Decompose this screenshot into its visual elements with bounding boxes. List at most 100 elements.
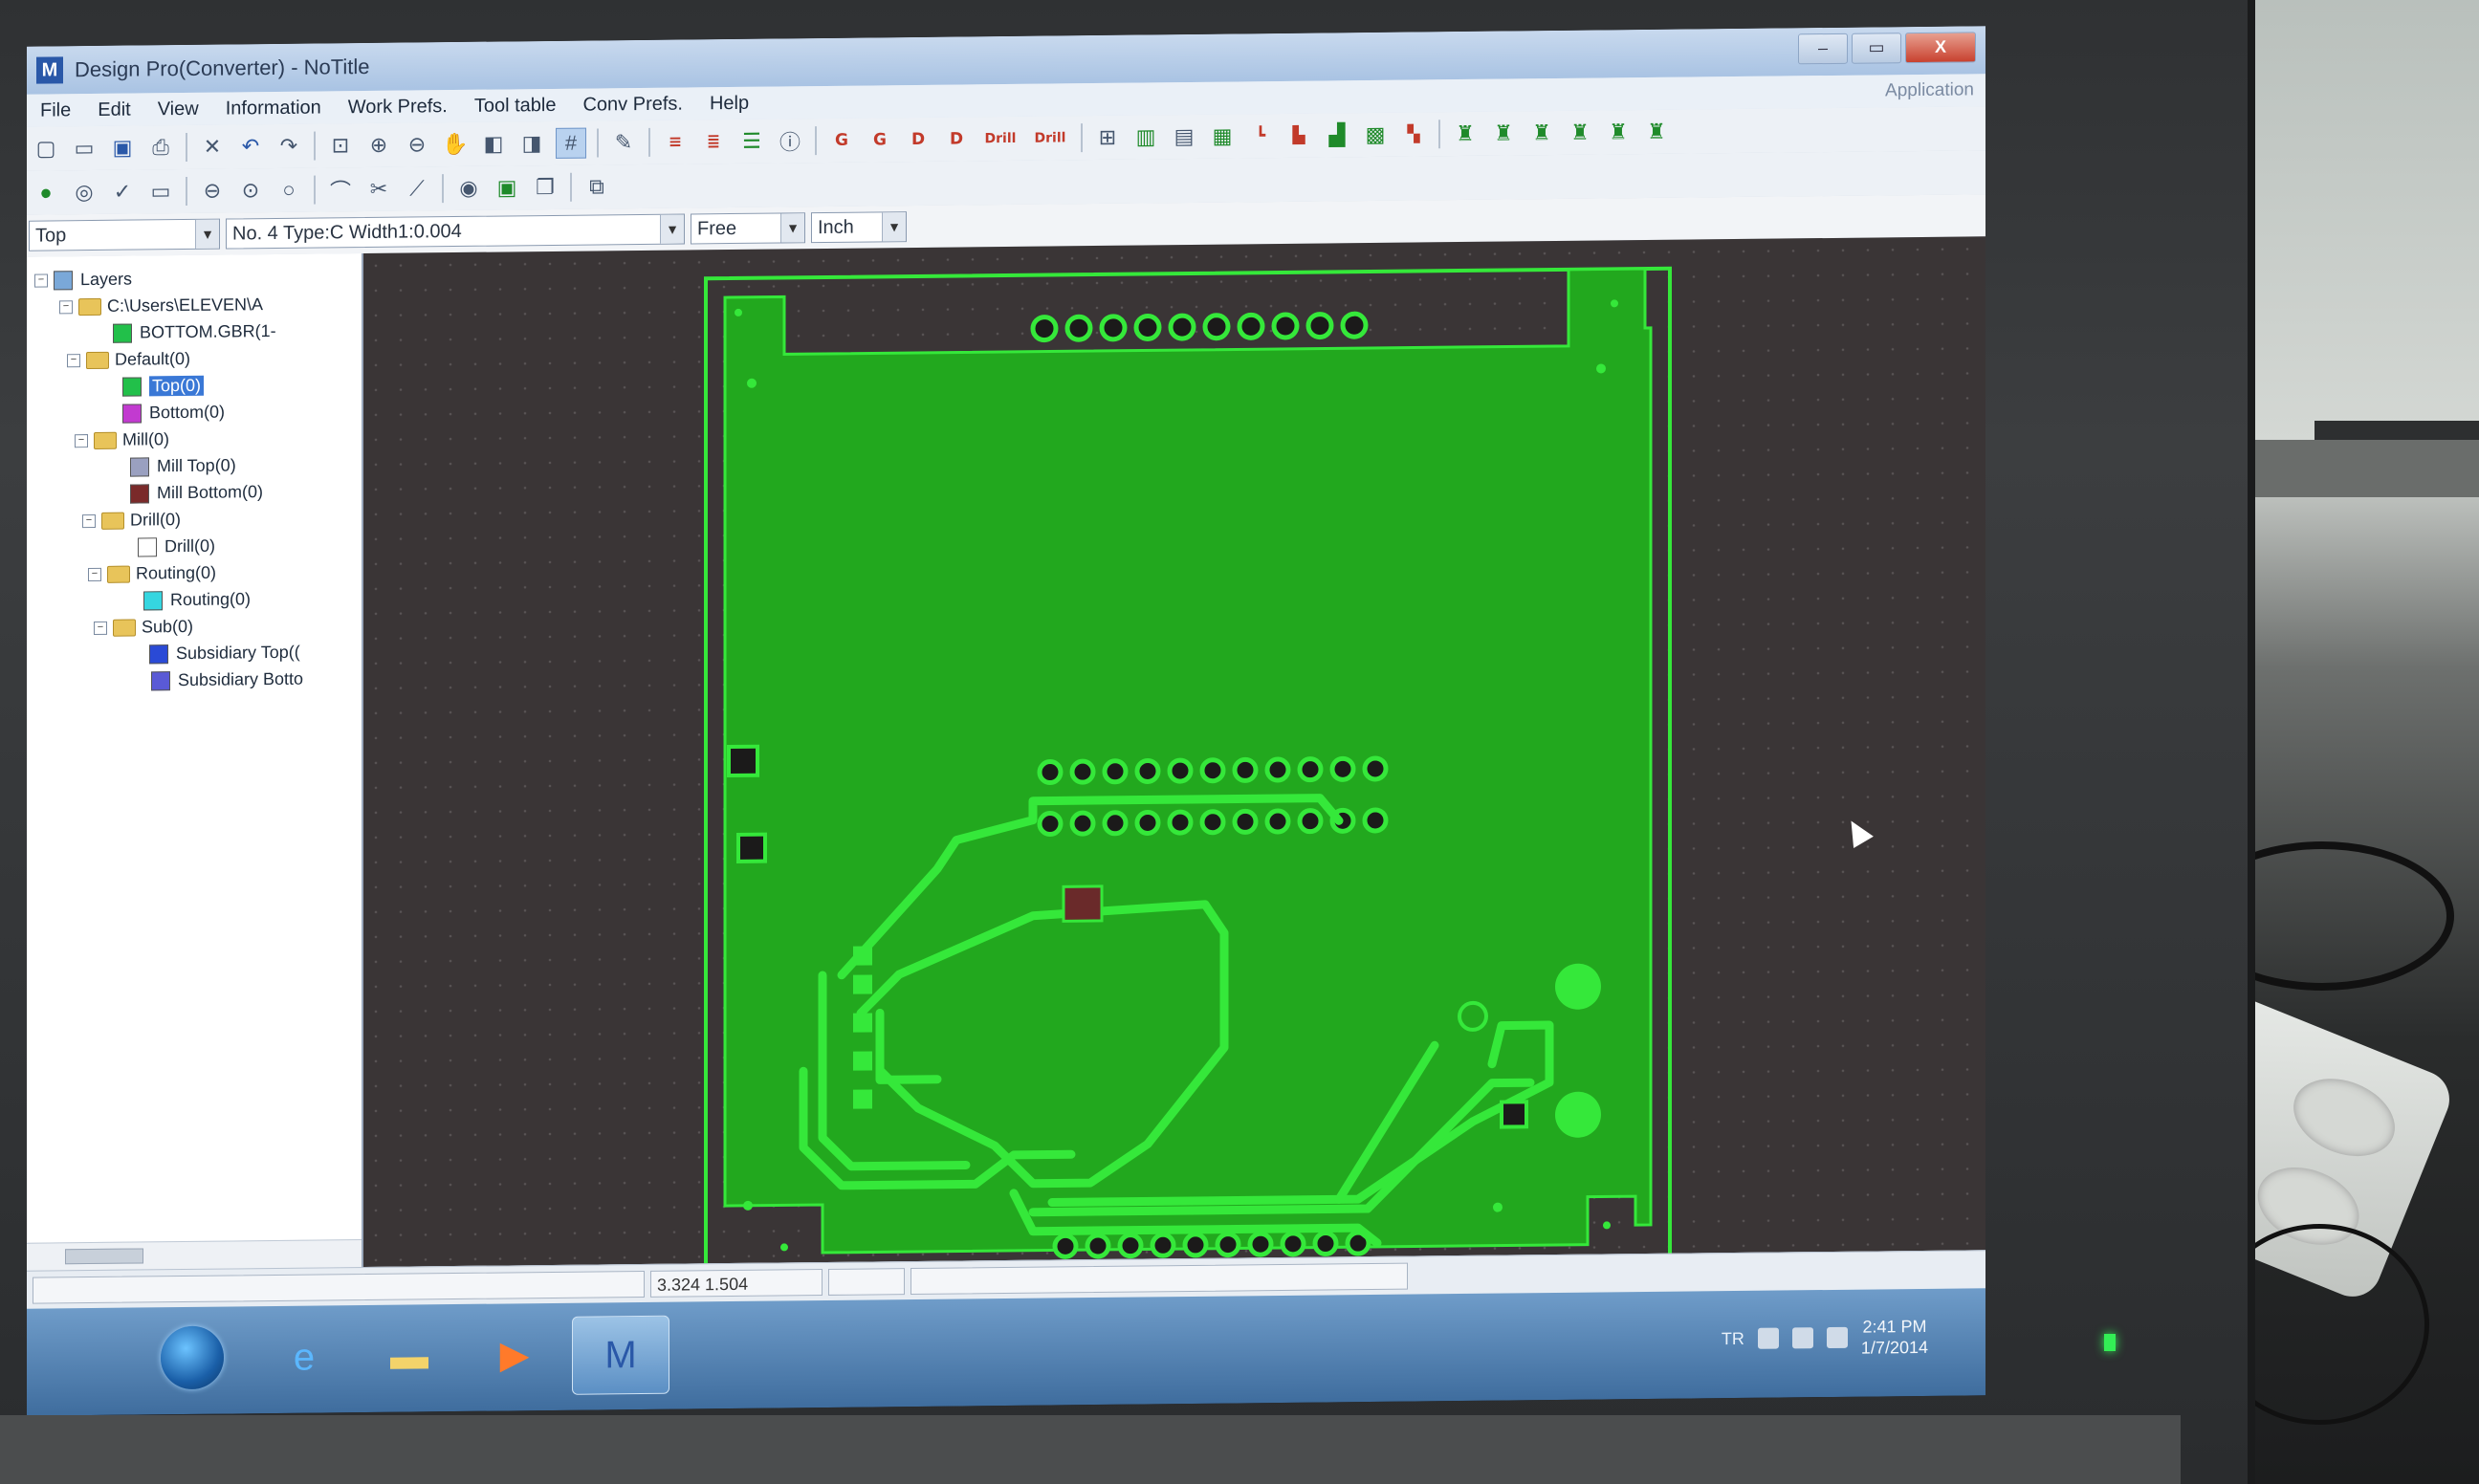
machine-6-icon[interactable]: ♜: [1642, 118, 1671, 146]
tree-layer-top[interactable]: Top(0): [122, 375, 205, 397]
menu-edit[interactable]: Edit: [84, 98, 143, 121]
media-player-icon[interactable]: ▶: [467, 1317, 562, 1394]
save-icon[interactable]: ▣: [108, 134, 137, 163]
zoom-in-icon[interactable]: ⊕: [364, 131, 393, 160]
start-orb[interactable]: [161, 1325, 224, 1390]
design-pro-icon[interactable]: M: [572, 1315, 669, 1395]
tree-layer-bottom[interactable]: Bottom(0): [122, 403, 225, 424]
minimize-button[interactable]: –: [1798, 33, 1848, 65]
machine-1-icon[interactable]: ♜: [1451, 120, 1480, 148]
collapse-icon[interactable]: −: [34, 273, 48, 288]
mode-select[interactable]: Free ▼: [691, 212, 805, 245]
layer-stack-icon[interactable]: ☰: [737, 127, 766, 156]
board-green-icon[interactable]: ▟: [1323, 120, 1351, 149]
align-icon[interactable]: ≡: [661, 127, 690, 156]
circle-dot-icon[interactable]: ⊙: [236, 176, 265, 205]
menu-work-prefs[interactable]: Work Prefs.: [335, 95, 461, 118]
machine-5-icon[interactable]: ♜: [1604, 118, 1633, 146]
dxf-in-button[interactable]: D: [904, 125, 932, 154]
clock[interactable]: 2:41 PM 1/7/2014: [1861, 1316, 1928, 1359]
info-icon[interactable]: ⓘ: [776, 126, 804, 155]
folder-icon[interactable]: ▬: [362, 1318, 457, 1395]
drill-in-button[interactable]: Drill: [980, 124, 1020, 153]
volume-icon[interactable]: [1791, 1327, 1813, 1349]
check-line-icon[interactable]: ✓: [108, 178, 137, 207]
open-folder-icon[interactable]: ▭: [70, 134, 99, 163]
duplicate-icon[interactable]: ⧉: [582, 172, 611, 201]
collapse-icon[interactable]: −: [59, 299, 73, 314]
gerber-out-top-button[interactable]: G: [866, 125, 894, 154]
zoom-previous-icon[interactable]: ◧: [479, 129, 508, 158]
collapse-icon[interactable]: −: [75, 433, 88, 447]
trim-icon[interactable]: ✂: [364, 175, 393, 204]
tree-routing[interactable]: Routing(0): [143, 589, 251, 610]
tree-sub-bottom[interactable]: Subsidiary Botto: [151, 669, 303, 691]
tree-mill-top[interactable]: Mill Top(0): [130, 455, 236, 477]
hatch-icon[interactable]: ▤: [1170, 122, 1198, 151]
tree-default-folder[interactable]: − Default(0): [67, 349, 190, 370]
square-pad-icon[interactable]: ▣: [493, 173, 521, 202]
isolate-icon[interactable]: ⊞: [1093, 123, 1122, 152]
machine-4-icon[interactable]: ♜: [1566, 119, 1594, 147]
zoom-out-icon[interactable]: ⊖: [403, 130, 431, 159]
circle-icon[interactable]: ○: [274, 176, 303, 205]
dxf-out-button[interactable]: D: [942, 124, 971, 153]
tree-root[interactable]: − Layers: [34, 270, 132, 291]
menu-help[interactable]: Help: [696, 92, 762, 115]
unit-select[interactable]: Inch ▼: [811, 211, 907, 244]
menu-conv-prefs[interactable]: Conv Prefs.: [569, 93, 695, 116]
tree-file-folder[interactable]: − C:\Users\ELEVEN\A: [59, 295, 263, 316]
pad-ring-icon[interactable]: ◎: [70, 178, 99, 207]
action-center-icon[interactable]: [1826, 1326, 1848, 1349]
board-red-icon[interactable]: ▙: [1284, 121, 1313, 150]
grid-icon[interactable]: #: [556, 127, 586, 159]
redraw-icon[interactable]: ◨: [517, 129, 546, 158]
undo-icon[interactable]: ↶: [236, 132, 265, 161]
tree-mill-bottom[interactable]: Mill Bottom(0): [130, 482, 263, 504]
new-file-icon[interactable]: ▢: [32, 134, 60, 163]
zoom-window-icon[interactable]: ⊡: [326, 131, 355, 160]
tool-select[interactable]: No. 4 Type:C Width1:0.004 ▼: [226, 213, 685, 250]
mill-icon[interactable]: ▦: [1208, 121, 1237, 150]
panel-horizontal-scrollbar[interactable]: [27, 1239, 362, 1271]
arc-icon[interactable]: ⌒: [326, 175, 355, 204]
via-icon[interactable]: ◉: [454, 174, 483, 203]
copy-icon[interactable]: ❐: [531, 173, 559, 202]
board-cut-icon[interactable]: ▚: [1399, 120, 1428, 148]
maximize-button[interactable]: ▭: [1852, 33, 1901, 64]
gerber-in-top-button[interactable]: G: [827, 126, 856, 155]
close-button[interactable]: X: [1905, 32, 1976, 64]
pcb-canvas[interactable]: [363, 236, 1985, 1268]
print-icon[interactable]: ⎙: [146, 133, 175, 162]
pcb-drawing[interactable]: [363, 236, 1985, 1268]
tree-mill-folder[interactable]: − Mill(0): [75, 429, 169, 450]
collapse-icon[interactable]: −: [94, 621, 107, 635]
machine-3-icon[interactable]: ♜: [1527, 119, 1556, 147]
collapse-icon[interactable]: −: [82, 513, 96, 528]
contour-icon[interactable]: ▥: [1131, 122, 1160, 151]
layer-select[interactable]: Top ▼: [29, 218, 220, 251]
scrollbar-thumb[interactable]: [65, 1248, 143, 1265]
tree-sub-folder[interactable]: − Sub(0): [94, 617, 193, 638]
menu-view[interactable]: View: [144, 98, 212, 120]
collapse-icon[interactable]: −: [67, 353, 80, 367]
collapse-icon[interactable]: −: [88, 567, 101, 581]
distribute-icon[interactable]: ≣: [699, 127, 728, 156]
pan-icon[interactable]: ✋: [441, 130, 470, 159]
redo-icon[interactable]: ↷: [274, 132, 303, 161]
menu-tool-table[interactable]: Tool table: [461, 94, 570, 117]
network-icon[interactable]: [1757, 1327, 1779, 1349]
pad-filled-icon[interactable]: ●: [32, 178, 60, 207]
pen-icon[interactable]: ✎: [609, 128, 638, 157]
drill-out-button[interactable]: Drill: [1030, 123, 1070, 152]
delete-icon[interactable]: ✕: [198, 133, 227, 162]
fillet-icon[interactable]: ⟋: [403, 174, 431, 203]
tree-drill[interactable]: Drill(0): [138, 536, 215, 557]
machine-2-icon[interactable]: ♜: [1489, 119, 1518, 147]
board-grid-icon[interactable]: ▩: [1361, 120, 1390, 149]
menu-information[interactable]: Information: [212, 97, 335, 120]
path-icon[interactable]: ┗: [1246, 121, 1275, 150]
tree-file-item[interactable]: BOTTOM.GBR(1-: [113, 321, 276, 343]
circle-minus-icon[interactable]: ⊖: [198, 177, 227, 206]
internet-explorer-icon[interactable]: e: [256, 1319, 352, 1396]
